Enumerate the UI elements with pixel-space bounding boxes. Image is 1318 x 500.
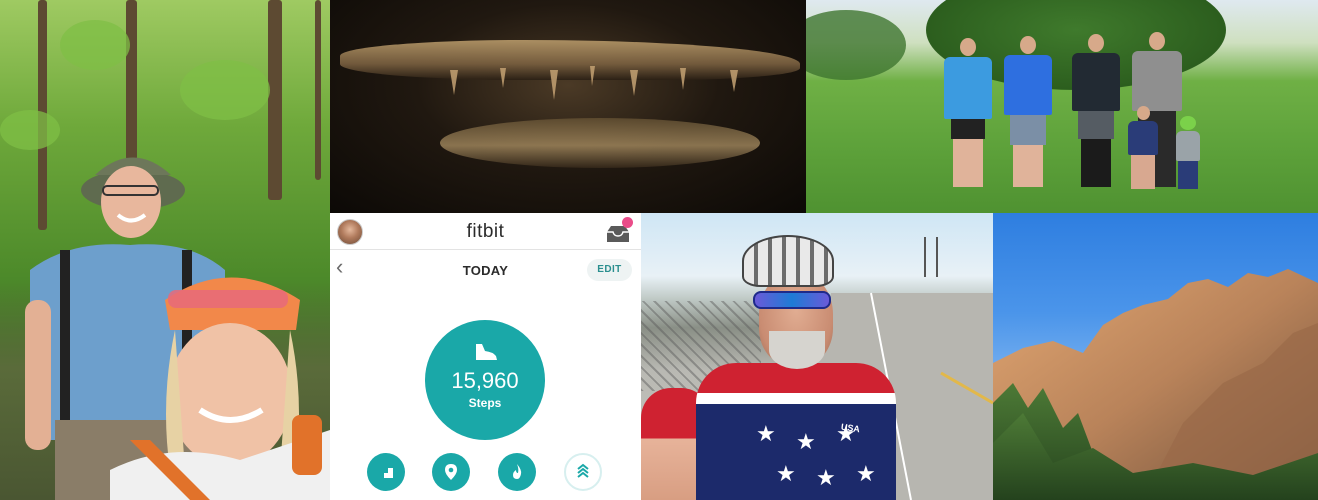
- cave-photo: [330, 0, 806, 213]
- zone-icon[interactable]: [564, 453, 602, 491]
- location-icon[interactable]: [432, 453, 470, 491]
- hikers-figures: [25, 157, 330, 500]
- floors-icon[interactable]: [367, 453, 405, 491]
- fitbit-logo: fitbit: [466, 221, 505, 242]
- fitbit-app-screenshot: fitbit ‹ TODAY EDIT 15,960 Steps: [330, 213, 641, 500]
- app-header: fitbit: [330, 213, 641, 250]
- child: [1128, 106, 1158, 189]
- stars-stripes-jersey: ★ ★ ★ ★ ★ ★: [696, 363, 896, 500]
- shoe-icon: [473, 342, 499, 362]
- steps-tile[interactable]: 15,960 Steps: [425, 320, 545, 440]
- edit-button[interactable]: EDIT: [587, 259, 632, 281]
- bike-helmet: [742, 235, 834, 287]
- sunglasses: [753, 291, 831, 309]
- forest-hikers-photo: [0, 0, 330, 500]
- park-group-photo: [806, 0, 1318, 213]
- notification-badge: [622, 217, 633, 228]
- mountain-landscape-photo: [993, 213, 1318, 500]
- person: [1072, 34, 1120, 187]
- flame-icon[interactable]: [498, 453, 536, 491]
- cyclist-selfie-photo: ★ ★ ★ ★ ★ ★ USA: [641, 213, 993, 500]
- steps-value: 15,960: [451, 368, 519, 393]
- water-reflection: [440, 118, 760, 168]
- person: [944, 38, 992, 187]
- tree-canopy: [806, 10, 906, 80]
- mountain-peaks: [993, 269, 1318, 500]
- steps-label: Steps: [468, 396, 502, 410]
- beard: [769, 331, 825, 369]
- person: [1004, 36, 1052, 187]
- stalactites: [450, 66, 738, 100]
- child: [1176, 116, 1200, 189]
